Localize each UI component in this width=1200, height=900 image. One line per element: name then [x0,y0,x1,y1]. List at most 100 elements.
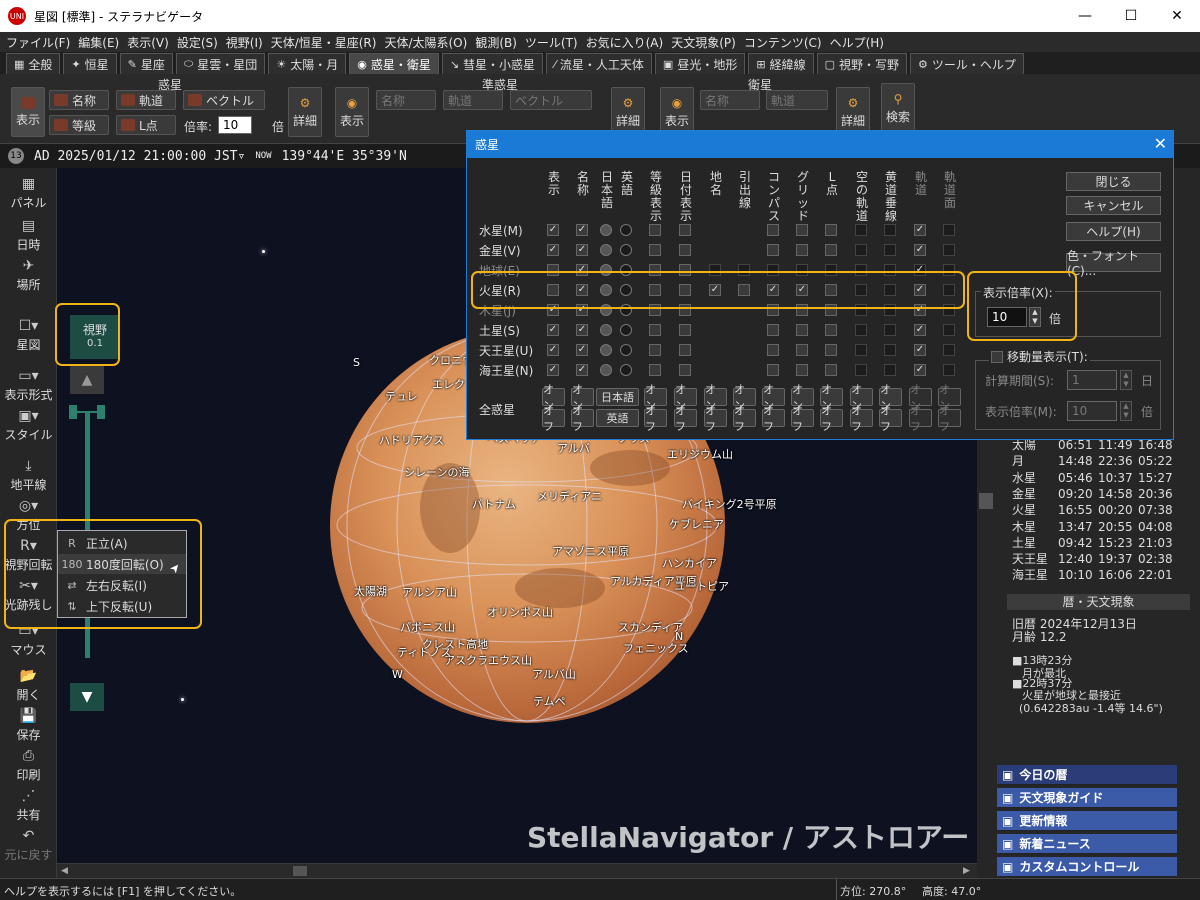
setting-checkbox[interactable]: ✓ [547,364,559,376]
setting-checkbox[interactable] [855,364,867,376]
movement-scale-spinner[interactable]: ▲ ▼ [1120,401,1132,421]
dialog-close-icon[interactable]: ✕ [1154,134,1167,153]
setting-checkbox[interactable] [767,244,779,256]
language-radio[interactable] [620,244,632,256]
setting-checkbox[interactable] [679,364,691,376]
menu-item-1[interactable]: 編集(E) [78,34,119,51]
menu-item-11[interactable]: コンテンツ(C) [744,34,822,51]
setting-checkbox[interactable] [855,224,867,236]
toolbar-1[interactable]: ▤ 日時 [0,218,57,253]
scroll-left-icon[interactable]: ◀ [61,866,68,876]
setting-checkbox[interactable] [884,324,896,336]
language-radio[interactable] [620,344,632,356]
tab-0[interactable]: ▦ 全般 [6,53,61,74]
toolbar-6[interactable]: ⤓ 地平線 [0,458,57,493]
toolbar-12[interactable]: 💾 保存 [0,708,57,743]
tab-3[interactable]: ⬭ 星雲・星団 [175,53,266,74]
setting-checkbox[interactable]: ✓ [576,224,588,236]
setting-checkbox[interactable] [825,344,837,356]
menu-item-3[interactable]: 設定(S) [177,34,218,51]
all-off-button[interactable]: オフ [762,404,785,433]
accordion-4[interactable]: ▣ カスタムコントロール [997,857,1177,877]
planet-detail-button[interactable]: ⚙ 詳細 [288,87,322,137]
planet-scale-input[interactable]: 10 [218,116,252,134]
setting-checkbox[interactable] [855,344,867,356]
setting-checkbox[interactable]: ✓ [547,244,559,256]
horizontal-scrollbar[interactable]: ◀ ▶ [57,863,977,878]
satellite-name-button[interactable]: 名称 [700,90,760,110]
setting-checkbox[interactable] [796,344,808,356]
period-spinner[interactable]: ▲ ▼ [1120,370,1132,390]
tab-5[interactable]: ◉ 惑星・衛星 [349,53,439,74]
setting-checkbox[interactable]: ✓ [914,224,926,236]
toolbar-14[interactable]: ⋰ 共有 [0,788,57,823]
setting-checkbox[interactable] [649,344,661,356]
setting-checkbox[interactable] [796,224,808,236]
setting-checkbox[interactable]: ✓ [914,324,926,336]
zoom-out-button[interactable]: ▼ [70,683,104,711]
period-input[interactable]: 1 [1067,370,1117,390]
setting-checkbox[interactable]: ✓ [547,224,559,236]
toolbar-4[interactable]: ▭▾ 表示形式 [0,368,57,403]
all-off-button[interactable]: オフ [909,404,932,433]
setting-checkbox[interactable]: ✓ [576,364,588,376]
setting-checkbox[interactable] [825,244,837,256]
accordion-2[interactable]: ▣ 更新情報 [997,811,1177,831]
english-button[interactable]: 英語 [596,409,639,427]
setting-checkbox[interactable] [796,244,808,256]
movement-scale-input[interactable]: 10 [1067,401,1117,421]
color-font-button[interactable]: 色・フォント(C)... [1066,249,1161,278]
language-radio[interactable] [600,364,612,376]
setting-checkbox[interactable] [649,224,661,236]
menu-item-10[interactable]: 天文現象(P) [671,34,736,51]
setting-checkbox[interactable] [796,364,808,376]
setting-checkbox[interactable] [649,364,661,376]
toolbar-5[interactable]: ▣▾ スタイル [0,408,57,443]
search-button[interactable]: ⚲ 検索 [881,83,915,133]
dialog-help-button[interactable]: ヘルプ(H) [1066,222,1161,241]
planet-name-button[interactable]: 名称 [49,90,109,110]
planet-magnitude-button[interactable]: 等級 [49,115,109,135]
dialog-cancel-button[interactable]: キャンセル [1066,196,1161,215]
setting-checkbox[interactable] [679,244,691,256]
tab-6[interactable]: ↘ 彗星・小惑星 [441,53,544,74]
zoom-in-button[interactable]: ▲ [70,366,104,394]
setting-checkbox[interactable]: ✓ [547,344,559,356]
setting-checkbox[interactable] [884,364,896,376]
now-button[interactable]: NOW [255,151,271,161]
toolbar-0[interactable]: ▦ パネル [0,176,57,211]
tab-10[interactable]: ▢ 視野・写野 [816,53,907,74]
all-off-button[interactable]: オフ [791,404,814,433]
language-radio[interactable] [600,344,612,356]
tab-8[interactable]: ▣ 昼光・地形 [654,53,746,74]
planet-lpoint-button[interactable]: L点 [116,115,176,135]
setting-checkbox[interactable]: ✓ [914,244,926,256]
setting-checkbox[interactable] [679,344,691,356]
menu-item-5[interactable]: 天体/恒星・星座(R) [271,34,377,51]
setting-checkbox[interactable]: ✓ [576,244,588,256]
setting-checkbox[interactable]: ✓ [914,344,926,356]
toolbar-2[interactable]: ✈ 場所 [0,258,57,293]
language-radio[interactable] [620,364,632,376]
satellite-orbit-button[interactable]: 軌道 [766,90,828,110]
setting-checkbox[interactable] [825,364,837,376]
dwarf-vector-button[interactable]: ベクトル [510,90,592,110]
menu-item-7[interactable]: 観測(B) [475,34,517,51]
setting-checkbox[interactable]: ✓ [914,364,926,376]
planet-orbit-button[interactable]: 軌道 [116,90,176,110]
setting-checkbox[interactable]: ✓ [547,324,559,336]
setting-checkbox[interactable] [855,324,867,336]
movement-checkbox[interactable] [991,350,1003,363]
all-off-button[interactable]: オフ [644,404,667,433]
setting-checkbox[interactable] [855,244,867,256]
all-off-button[interactable]: オフ [704,404,727,433]
scroll-thumb[interactable] [293,866,307,876]
setting-checkbox[interactable] [649,324,661,336]
toolbar-13[interactable]: ⎙ 印刷 [0,748,57,783]
dwarf-name-button[interactable]: 名称 [376,90,436,110]
setting-checkbox[interactable] [796,324,808,336]
setting-checkbox[interactable] [884,224,896,236]
menu-item-12[interactable]: ヘルプ(H) [830,34,884,51]
setting-checkbox[interactable] [679,324,691,336]
all-off-button[interactable]: オフ [938,404,961,433]
